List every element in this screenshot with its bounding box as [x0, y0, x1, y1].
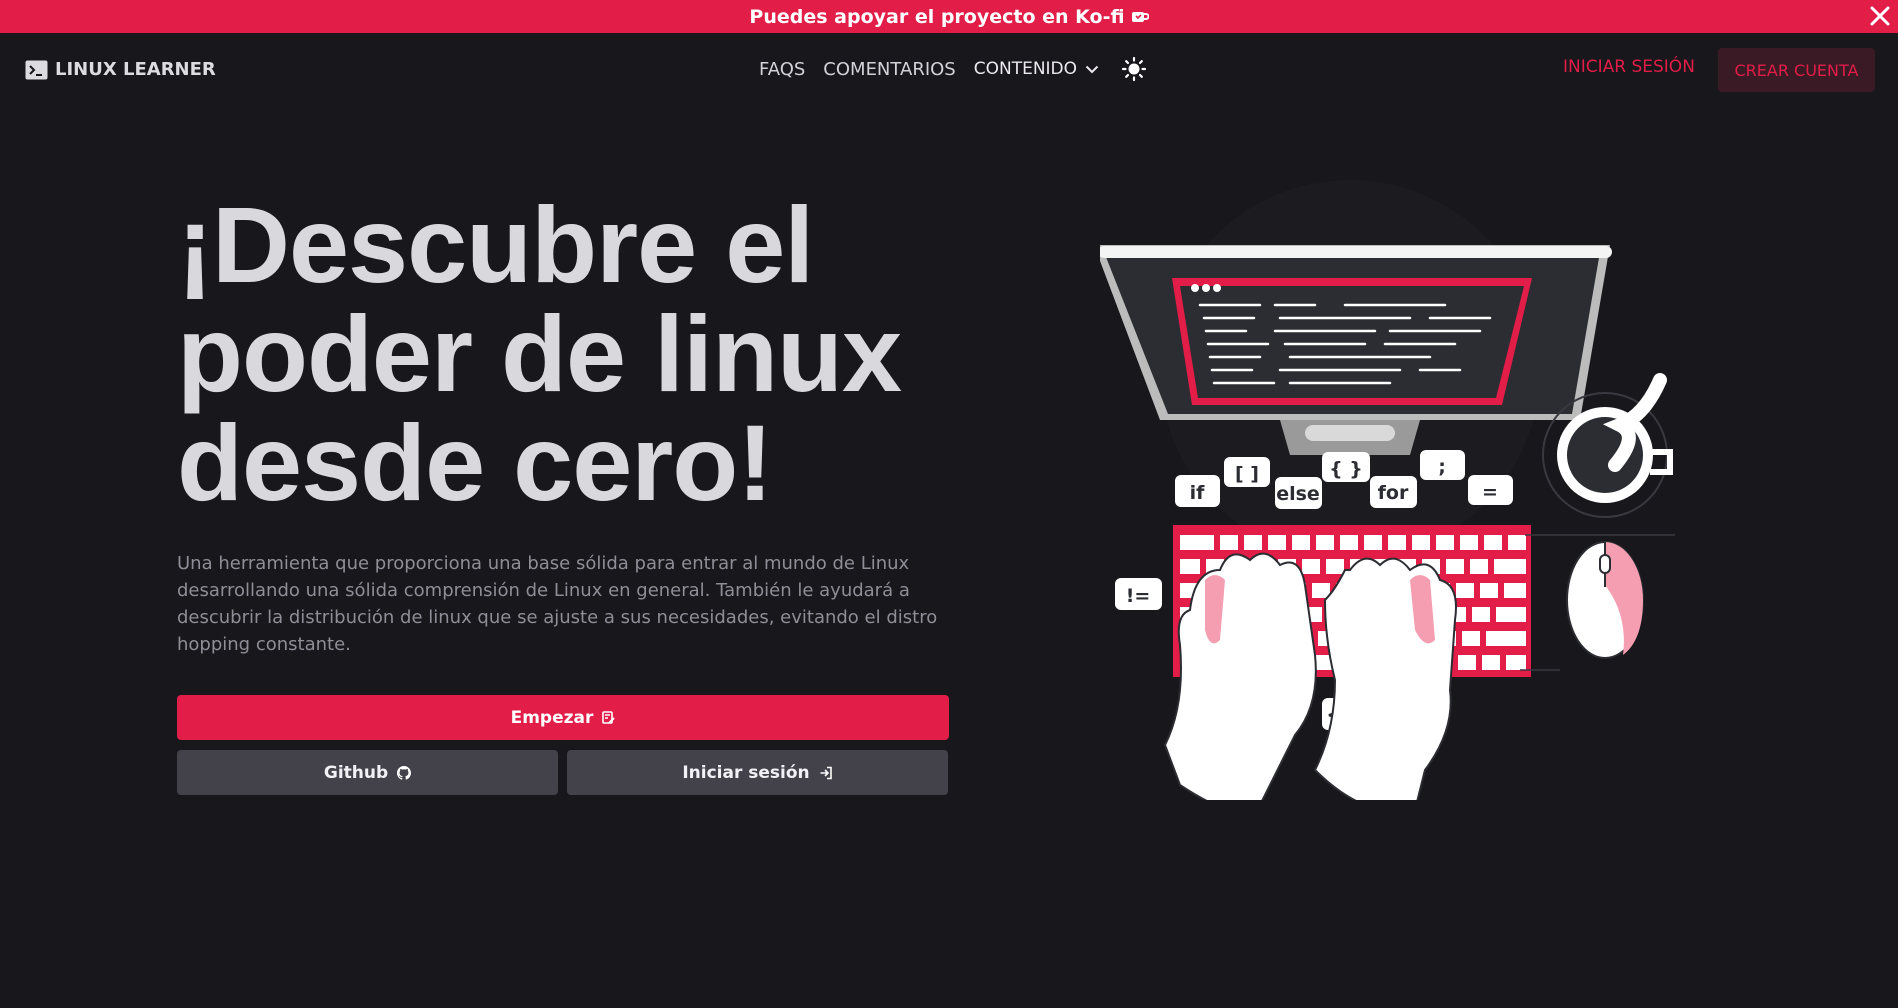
svg-text:{ }: { } — [1329, 458, 1363, 480]
login-button-label: Iniciar sesión — [682, 762, 810, 783]
close-icon[interactable] — [1866, 2, 1894, 30]
brand-name: LINUX LEARNER — [55, 59, 216, 80]
mouse-graphic — [1520, 534, 1675, 671]
coffee-cup-icon — [1131, 9, 1149, 25]
svg-text:=: = — [1482, 481, 1498, 503]
svg-text:[ ]: [ ] — [1235, 463, 1259, 485]
login-arrow-icon — [819, 766, 833, 780]
nav-link-comentarios[interactable]: COMENTARIOS — [823, 59, 955, 80]
edit-note-icon — [602, 710, 616, 725]
programmer-illustration: if [ ] else { } for ; = != </> — [1094, 180, 1700, 813]
chevron-down-icon — [1085, 65, 1099, 74]
svg-text:for: for — [1378, 482, 1409, 504]
start-button-label: Empezar — [510, 707, 594, 728]
main-nav: FAQS COMENTARIOS CONTENIDO — [759, 56, 1147, 82]
hero-title: ¡Descubre el poder de linux desde cero! — [177, 190, 977, 517]
svg-text:!=: != — [1126, 585, 1151, 607]
illustration-svg: if [ ] else { } for ; = != </> — [1094, 180, 1675, 813]
hero-title-line: desde cero! — [177, 402, 773, 523]
navbar: LINUX LEARNER FAQS COMENTARIOS CONTENIDO… — [0, 33, 1898, 105]
support-banner[interactable]: Puedes apoyar el proyecto en Ko-fi — [0, 0, 1898, 33]
hero-title-line: poder de linux — [177, 293, 902, 414]
github-button-label: Github — [323, 762, 389, 783]
hero-title-line: ¡Descubre el — [177, 184, 814, 305]
dropdown-label: CONTENIDO — [973, 59, 1078, 79]
banner-text[interactable]: Puedes apoyar el proyecto en Ko-fi — [749, 6, 1124, 28]
signup-button[interactable]: CREAR CUENTA — [1718, 48, 1875, 92]
hero-description: Una herramienta que proporciona una base… — [177, 553, 938, 655]
sun-icon[interactable] — [1121, 56, 1147, 82]
brand-logo[interactable]: LINUX LEARNER — [25, 59, 216, 80]
contenido-dropdown[interactable]: CONTENIDO — [974, 59, 1099, 79]
start-button[interactable]: Empezar — [177, 695, 949, 740]
login-button[interactable]: Iniciar sesión — [567, 750, 948, 795]
github-icon — [397, 765, 412, 780]
svg-text:else: else — [1276, 483, 1320, 505]
github-button[interactable]: Github — [177, 750, 558, 795]
terminal-icon — [25, 60, 48, 80]
svg-text:if: if — [1190, 482, 1206, 504]
svg-text:;: ; — [1438, 456, 1446, 478]
login-link[interactable]: INICIAR SESIÓN — [1563, 57, 1695, 77]
nav-link-faqs[interactable]: FAQS — [759, 59, 805, 80]
